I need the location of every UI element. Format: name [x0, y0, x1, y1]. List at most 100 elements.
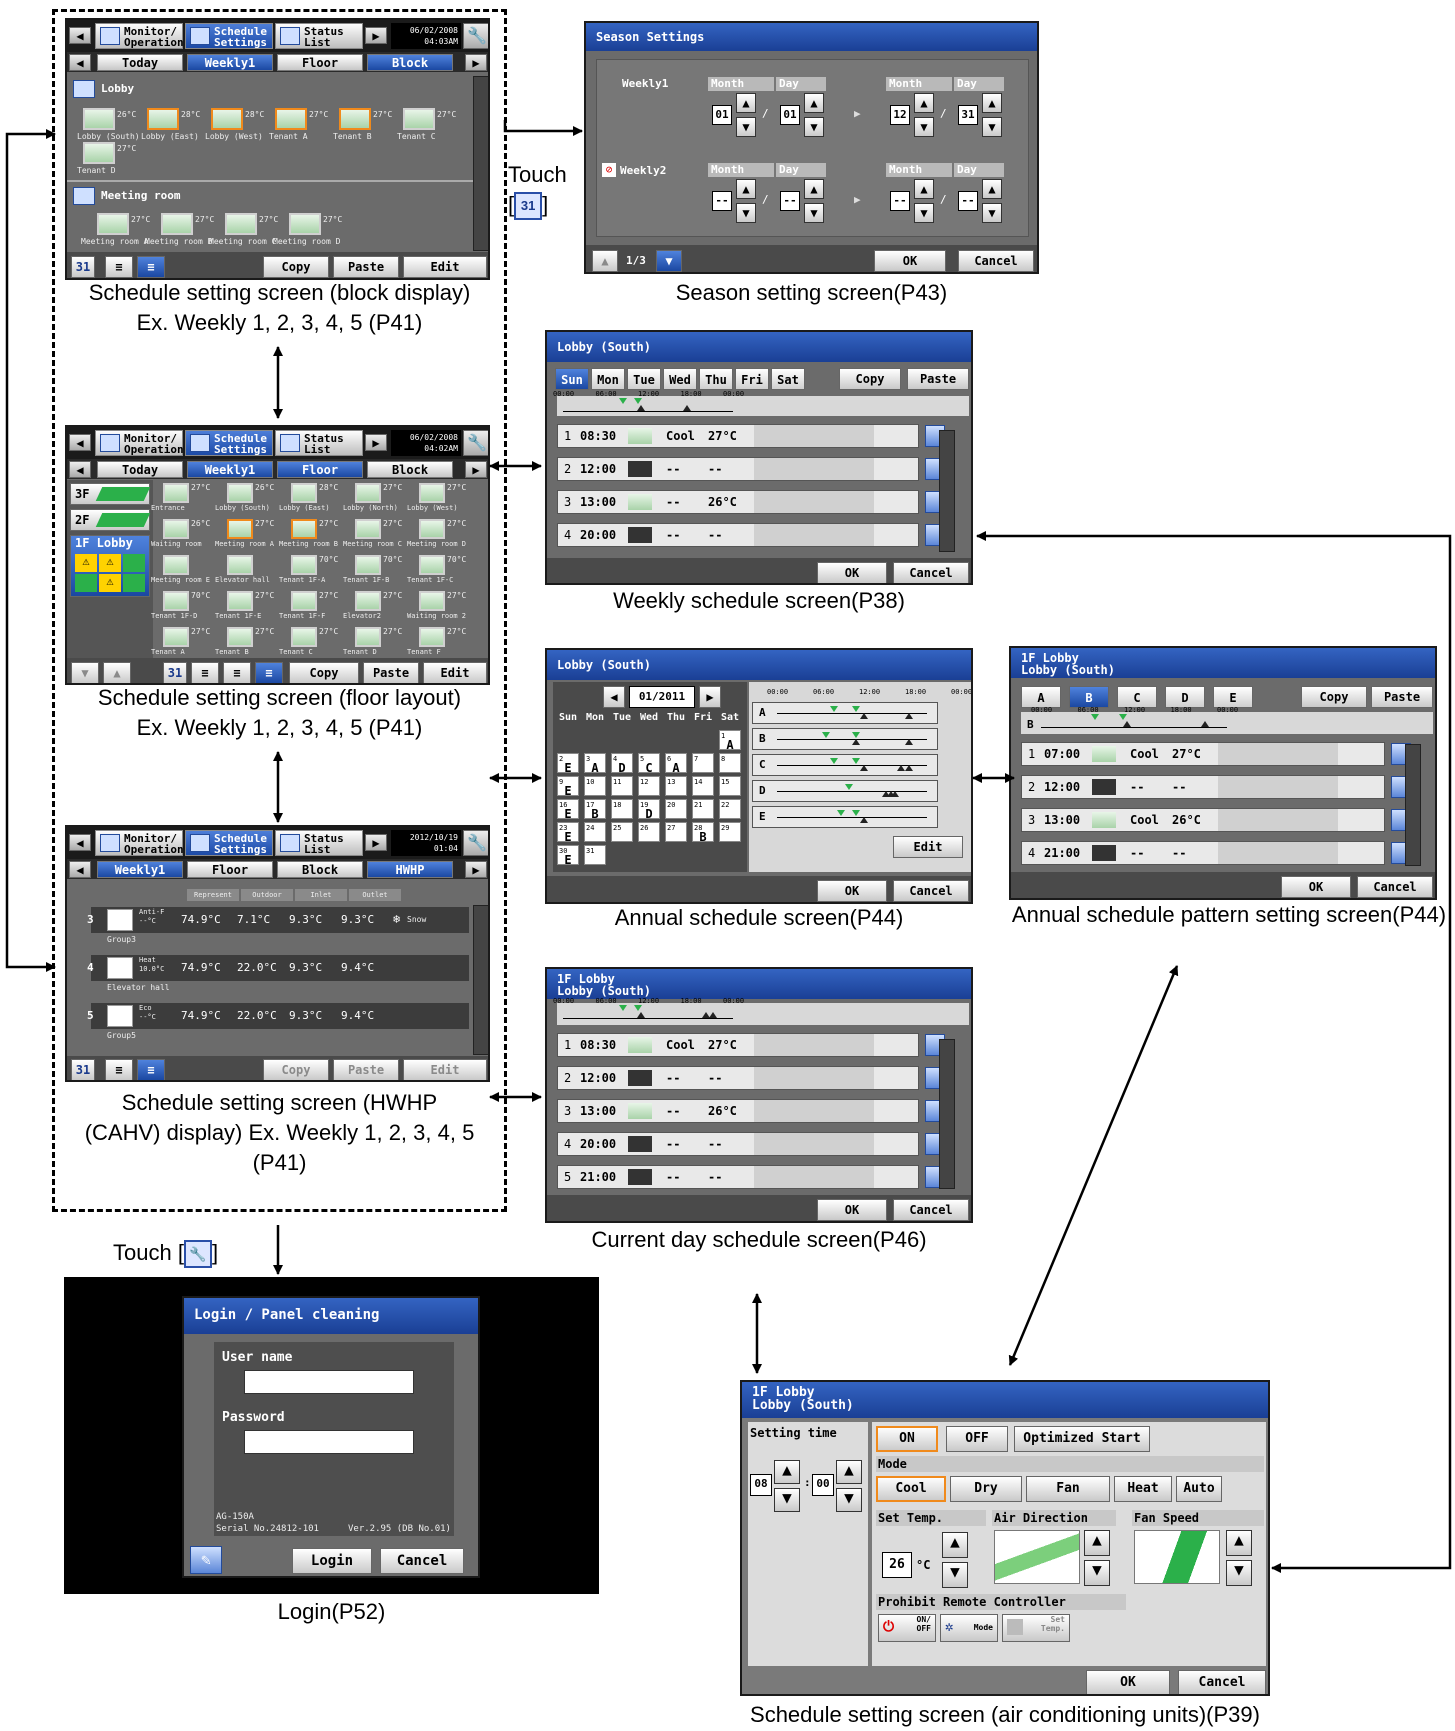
tab-weekly1[interactable]: Weekly1 [187, 461, 273, 478]
ok-button[interactable]: OK [1086, 1670, 1170, 1694]
unit-icon[interactable] [227, 483, 253, 503]
left-arrow-button[interactable]: ◀ [69, 434, 91, 451]
floor-1f-lobby[interactable]: 1F Lobby ⚠ ⚠ ⚠ [70, 535, 150, 597]
wrench-icon[interactable]: 🔧 [463, 430, 488, 456]
schedule-row[interactable]: 2 12:00 -- -- [1021, 775, 1385, 799]
ok-button[interactable]: OK [1281, 876, 1351, 898]
edit-button[interactable]: Edit [403, 1059, 487, 1080]
calendar-day[interactable]: 23 E [557, 822, 579, 843]
calendar-day[interactable]: 11 [611, 776, 633, 796]
unit-icon[interactable] [291, 483, 317, 503]
unit-icon[interactable] [227, 519, 253, 539]
unit-icon[interactable] [355, 627, 381, 647]
schedule-row[interactable]: 3 13:00 -- 26°C [557, 490, 919, 514]
day-tab-wed[interactable]: Wed [663, 368, 697, 390]
calendar-day[interactable]: 18 [611, 799, 633, 819]
page-up-button[interactable]: ▲ [592, 250, 618, 272]
edit-button[interactable]: Edit [423, 662, 487, 683]
calendar-day[interactable]: 4D [611, 753, 633, 774]
mode-dry-button[interactable]: Dry [950, 1476, 1022, 1502]
cancel-button[interactable]: Cancel [958, 250, 1034, 272]
unit-icon[interactable] [419, 483, 445, 503]
mode-heat-button[interactable]: Heat [1114, 1476, 1172, 1502]
unit-icon[interactable] [289, 213, 321, 235]
calendar-icon[interactable]: 31 [71, 256, 95, 278]
scrollbar[interactable] [473, 76, 488, 251]
unit-icon[interactable] [355, 519, 381, 539]
schedule-row[interactable]: 1 08:30 Cool 27°C [557, 424, 919, 448]
schedule-row[interactable]: 5 21:00 -- -- [557, 1165, 919, 1189]
day-tab-fri[interactable]: Fri [735, 368, 769, 390]
unit-icon[interactable] [163, 483, 189, 503]
air-direction-up[interactable]: ▲ [1084, 1530, 1110, 1556]
tab-today[interactable]: Today [97, 54, 183, 71]
cancel-button[interactable]: Cancel [380, 1548, 464, 1574]
calendar-day[interactable]: 9E [557, 776, 579, 797]
wrench-icon[interactable]: 🔧 [463, 830, 488, 856]
unit-icon[interactable] [275, 108, 307, 130]
right-arrow-button[interactable]: ▶ [365, 834, 387, 851]
calendar-day[interactable]: 7 [692, 753, 714, 773]
paste-button[interactable]: Paste [1371, 686, 1433, 708]
calendar-day[interactable]: 19 D [638, 799, 660, 820]
tab-weekly1[interactable]: Weekly1 [97, 861, 183, 878]
ok-button[interactable]: OK [817, 562, 887, 583]
copy-button[interactable]: Copy [263, 256, 329, 278]
schedule-row[interactable]: 3 13:00 Cool 26°C [1021, 808, 1385, 832]
on-button[interactable]: ON [876, 1426, 938, 1452]
copy-button[interactable]: Copy [289, 662, 359, 683]
copy-button[interactable]: Copy [1301, 686, 1367, 708]
calendar-day[interactable]: 24 [584, 822, 606, 842]
prev-month-button[interactable]: ◀ [603, 686, 625, 708]
prohibit-mode-button[interactable]: ✲ Mode [940, 1614, 998, 1642]
monitor-operation-button[interactable]: Monitor/ Operation [95, 430, 184, 456]
tab-hwhp[interactable]: HWHP [367, 861, 453, 878]
page-down-button[interactable]: ▼ [656, 250, 682, 272]
from-month-up[interactable]: ▲ [736, 179, 756, 199]
right-arrow-button[interactable]: ▶ [365, 27, 387, 44]
unit-icon[interactable] [211, 108, 243, 130]
from-day-up[interactable]: ▲ [804, 179, 824, 199]
floor-3f[interactable]: 3F [70, 483, 151, 505]
schedule-row[interactable]: 4 21:00 -- -- [1021, 841, 1385, 865]
tab-floor[interactable]: Floor [187, 861, 273, 878]
to-day-up[interactable]: ▲ [982, 93, 1002, 113]
calendar-day[interactable]: 28 B [692, 822, 714, 843]
to-month-up[interactable]: ▲ [914, 93, 934, 113]
pattern-row[interactable]: E [752, 806, 938, 828]
calendar-day[interactable]: 20 [665, 799, 687, 819]
calendar-icon[interactable]: 31 [71, 1059, 95, 1080]
off-button[interactable]: OFF [946, 1426, 1008, 1452]
up-arrow-button[interactable]: ▲ [103, 662, 131, 683]
to-month-up[interactable]: ▲ [914, 179, 934, 199]
unit-icon[interactable] [419, 555, 445, 575]
unit-icon[interactable] [147, 108, 179, 130]
temp-down[interactable]: ▼ [942, 1562, 968, 1588]
down-arrow-button[interactable]: ▼ [71, 662, 99, 683]
unit-icon[interactable] [291, 519, 317, 539]
unit-icon[interactable] [163, 591, 189, 611]
schedule-row[interactable]: 1 07:00 Cool 27°C [1021, 742, 1385, 766]
monitor-operation-button[interactable]: Monitor/ Operation [95, 830, 184, 856]
calendar-day[interactable]: 8 [719, 753, 741, 773]
ok-button[interactable]: OK [874, 250, 946, 272]
unit-icon[interactable] [97, 213, 129, 235]
tab-floor[interactable]: Floor [277, 461, 363, 478]
unit-icon[interactable] [419, 591, 445, 611]
status-list-button[interactable]: Status List [275, 430, 363, 456]
optimized-start-button[interactable]: Optimized Start [1014, 1426, 1150, 1452]
unit-icon[interactable] [355, 555, 381, 575]
password-input[interactable] [244, 1430, 414, 1454]
schedule-row[interactable]: 4 20:00 -- -- [557, 1132, 919, 1156]
from-day-down[interactable]: ▼ [804, 203, 824, 223]
pattern-tab-b[interactable]: B [1069, 686, 1109, 708]
air-direction-down[interactable]: ▼ [1084, 1560, 1110, 1586]
calendar-day[interactable]: 12 [638, 776, 660, 796]
cancel-button[interactable]: Cancel [893, 562, 969, 583]
unit-icon[interactable] [227, 591, 253, 611]
unit-icon[interactable] [163, 627, 189, 647]
calendar-day[interactable]: 15 [719, 776, 741, 796]
unit-icon[interactable] [163, 519, 189, 539]
day-tab-thu[interactable]: Thu [699, 368, 733, 390]
unit-icon[interactable] [161, 213, 193, 235]
